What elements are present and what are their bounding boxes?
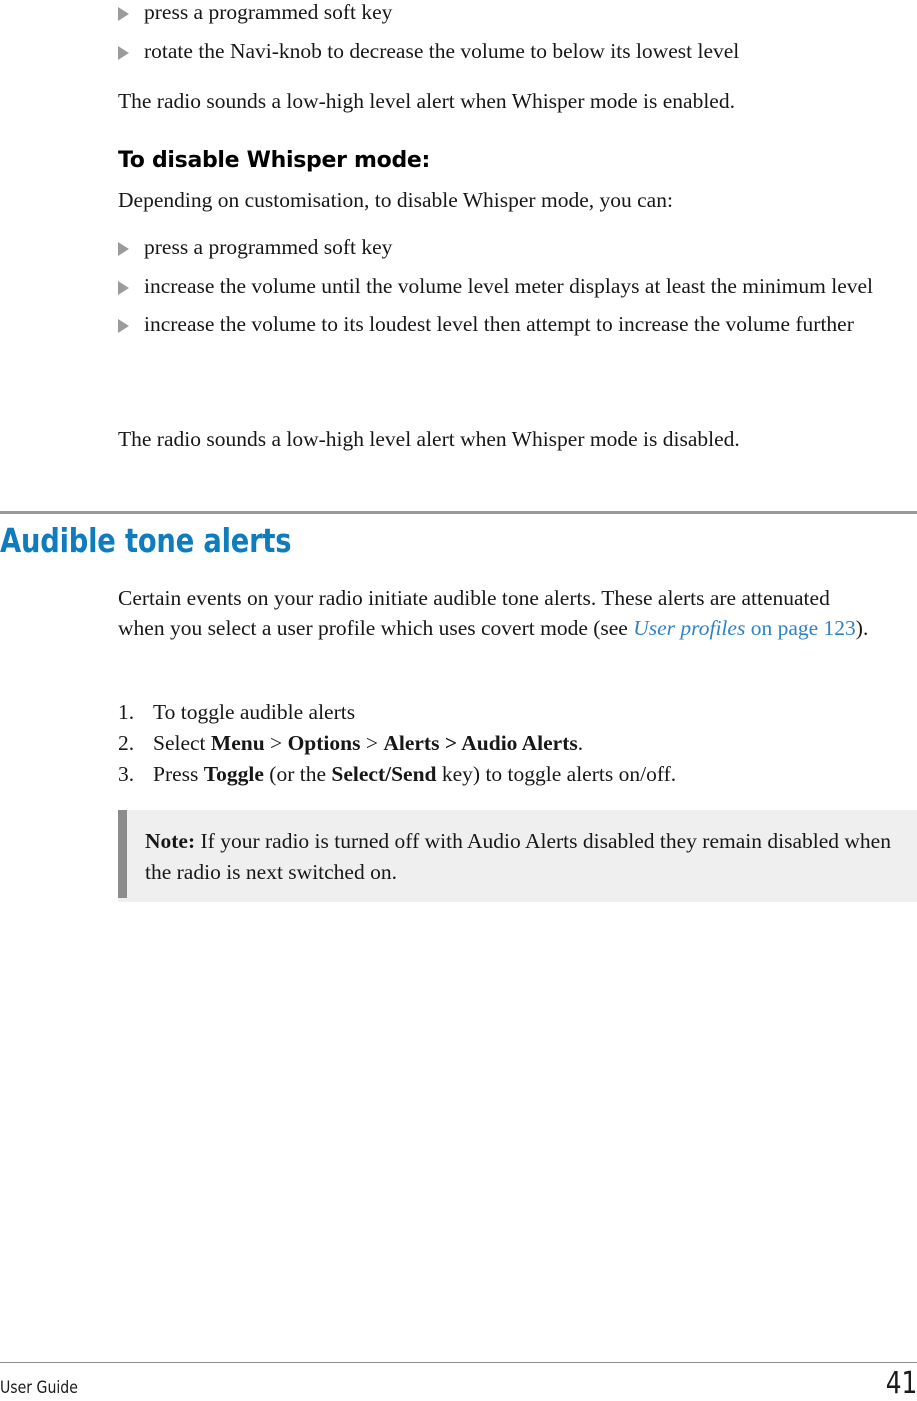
triangle-bullet-icon (118, 242, 129, 256)
note-text: If your radio is turned off with Audio A… (145, 829, 891, 884)
whisper-enable-bullet-list: press a programmed soft key rotate the N… (118, 0, 917, 66)
plain-text: > (360, 731, 384, 755)
list-item: 3. Press Toggle (or the Select/Send key)… (118, 759, 917, 790)
user-profiles-link[interactable]: User profiles (633, 616, 745, 640)
list-item: 2. Select Menu > Options > Alerts > Audi… (118, 728, 917, 759)
list-item-label: Select Menu > Options > Alerts > Audio A… (153, 731, 583, 755)
whisper-disable-bullet-list: press a programmed soft key increase the… (118, 233, 917, 340)
note-body: Note: If your radio is turned off with A… (118, 810, 917, 902)
plain-text: To toggle audible alerts (153, 700, 356, 724)
audible-intro-paragraph: Certain events on your radio initiate au… (118, 583, 878, 643)
footer-document-title: User Guide (0, 1378, 78, 1398)
user-profiles-link-page[interactable]: on page 123 (745, 616, 856, 640)
emphasis-text: Alerts > Audio Alerts (383, 731, 578, 755)
list-item: rotate the Navi-knob to decrease the vol… (118, 37, 917, 67)
disable-whisper-intro: Depending on customisation, to disable W… (118, 188, 673, 212)
list-item: 1. To toggle audible alerts (118, 697, 917, 728)
page-title: Audible tone alerts (0, 521, 292, 560)
emphasis-text: Menu (210, 731, 265, 755)
plain-text: key) to toggle alerts on/off. (436, 762, 677, 786)
audible-alerts-steps: 1. To toggle audible alerts 2. Select Me… (118, 697, 917, 790)
plain-text: > (264, 731, 288, 755)
list-item-label: rotate the Navi-knob to decrease the vol… (144, 38, 740, 63)
list-item-label: increase the volume to its loudest level… (144, 312, 854, 336)
list-item: increase the volume until the volume lev… (118, 272, 917, 302)
paragraph-text-after-link: ). (855, 616, 869, 640)
plain-text: (or the (263, 762, 332, 786)
document-page: press a programmed soft key rotate the N… (0, 0, 917, 1401)
plain-text: Press (153, 762, 204, 786)
emphasis-text: Toggle (203, 762, 264, 786)
note-callout: Note: If your radio is turned off with A… (118, 810, 917, 902)
triangle-bullet-icon (118, 280, 129, 295)
list-item-label: press a programmed soft key (144, 0, 393, 24)
list-item-label: Press Toggle (or the Select/Send key) to… (153, 762, 676, 786)
disable-whisper-heading: To disable Whisper mode: (118, 148, 431, 173)
triangle-bullet-icon (118, 7, 129, 21)
list-item-number: 2. (118, 731, 135, 755)
list-item-label: press a programmed soft key (144, 235, 393, 259)
page-number: 41 (885, 1366, 917, 1401)
note-label: Note: (145, 829, 196, 853)
section-divider (0, 511, 917, 514)
triangle-bullet-icon (118, 45, 129, 60)
emphasis-text: Select/Send (331, 762, 437, 786)
list-item-number: 1. (118, 700, 135, 724)
note-accent-bar (118, 810, 127, 898)
triangle-bullet-icon (118, 319, 129, 333)
list-item: press a programmed soft key (118, 233, 917, 263)
plain-text: Select (153, 731, 211, 755)
list-item-number: 3. (118, 762, 135, 786)
whisper-enabled-paragraph: The radio sounds a low-high level alert … (118, 89, 735, 113)
list-item-label: increase the volume until the volume lev… (144, 273, 874, 298)
list-item: increase the volume to its loudest level… (118, 310, 917, 340)
plain-text: . (577, 731, 584, 755)
whisper-disabled-paragraph: The radio sounds a low-high level alert … (118, 427, 740, 451)
emphasis-text: Options (287, 731, 361, 755)
list-item-label: To toggle audible alerts (153, 700, 355, 724)
footer-divider (0, 1362, 917, 1363)
list-item: press a programmed soft key (118, 0, 917, 28)
